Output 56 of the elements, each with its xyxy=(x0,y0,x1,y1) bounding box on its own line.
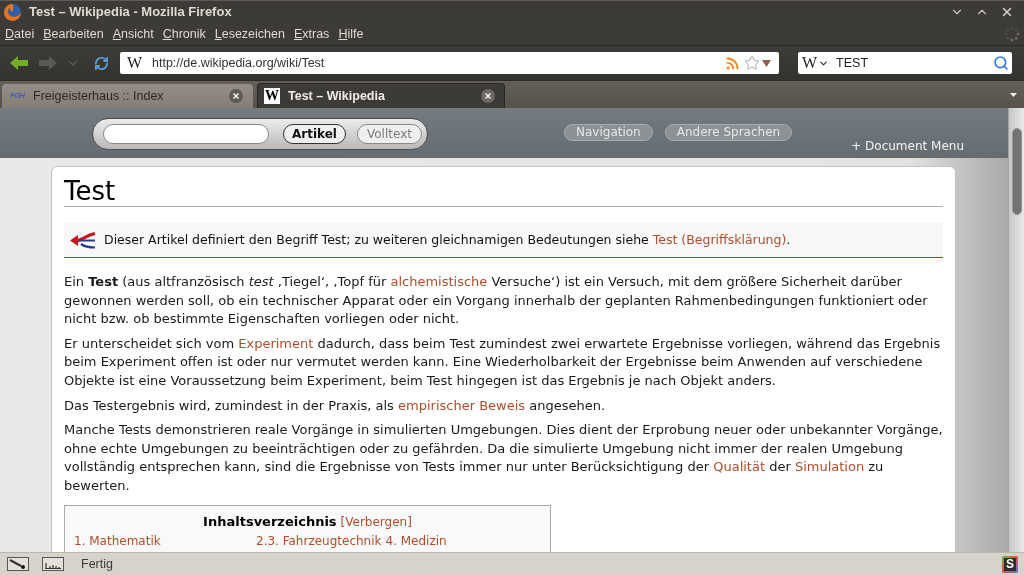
menu-item[interactable]: Extras xyxy=(290,24,333,44)
document-menu-link[interactable]: + Document Menu xyxy=(851,137,964,155)
close-icon[interactable] xyxy=(229,89,243,103)
spinner-icon xyxy=(1004,26,1020,42)
window-title: Test – Wikipedia - Mozilla Firefox xyxy=(29,3,232,22)
menu-item[interactable]: Bearbeiten xyxy=(40,24,107,44)
article-title: Test xyxy=(64,176,116,206)
triangle-down-icon[interactable] xyxy=(762,59,771,67)
monogram-icon: FGH xyxy=(9,88,25,104)
triangle-down-icon[interactable] xyxy=(1010,92,1017,97)
url-field[interactable]: W http://de.wikipedia.org/wiki/Test xyxy=(120,52,779,74)
close-icon[interactable] xyxy=(1000,5,1014,19)
arrow-left-icon[interactable] xyxy=(10,56,28,70)
menu-item[interactable]: Datei xyxy=(2,24,38,44)
paragraph: Ein Test (aus altfranzösisch test ‚Tiegel‘, ‚Topf für alchemistische Versuche‘) ist ein Versuch, mit dem größere Sicherheit darüber gewonnen werden soll, ob ein technischer Apparat oder ein Vorgang innerhalb der geplanten Rahmenbedingungen funktioniert oder nicht bzw. ob bestimmte Eigenschaften vorliegen oder nicht. xyxy=(64,273,929,329)
browser-tab[interactable]: FGH Freigeisterhaus :: Index xyxy=(2,84,253,108)
bar-chart-icon[interactable] xyxy=(42,557,64,571)
toc-link[interactable]: 2.3. Fahrzeugtechnik xyxy=(256,534,382,550)
menu-item[interactable]: Hilfe xyxy=(335,24,367,44)
article-link[interactable]: Simulation xyxy=(794,459,865,475)
search-field[interactable]: W TEST xyxy=(798,52,1012,74)
article-link[interactable]: Experiment xyxy=(238,335,314,351)
browser-tab[interactable]: W Test – Wikipedia xyxy=(257,83,505,108)
url-text: http://de.wikipedia.org/wiki/Test xyxy=(152,54,325,72)
toc-link[interactable]: 4. Medizin xyxy=(385,534,447,550)
menu-item[interactable]: Lesezeichen xyxy=(211,24,288,44)
article-link[interactable]: Qualität xyxy=(713,459,765,475)
toc-title: Inhaltsverzeichnis xyxy=(203,512,337,531)
star-icon[interactable] xyxy=(744,55,760,71)
paragraph: Das Testergebnis wird, zumindest in der Praxis, als empirischer Beweis angesehen. xyxy=(64,396,607,415)
toc-toggle-link[interactable]: [Verbergen] xyxy=(340,512,412,531)
reload-icon[interactable] xyxy=(94,55,109,71)
favicon-icon: W xyxy=(264,88,280,104)
scrollbar-thumb[interactable] xyxy=(1011,128,1022,215)
pen-icon[interactable] xyxy=(7,557,29,571)
search-text: TEST xyxy=(836,54,869,72)
status-text: Fertig xyxy=(81,555,113,573)
article-link[interactable]: Test (Begriffsklärung) xyxy=(652,231,787,247)
search-icon[interactable] xyxy=(993,55,1009,71)
menu-item[interactable]: Ansicht xyxy=(109,24,157,44)
favicon-icon: W xyxy=(802,55,818,71)
favicon-icon: W xyxy=(127,55,144,71)
search-field[interactable] xyxy=(103,124,269,144)
search-submit-button[interactable]: Volltext xyxy=(356,124,422,144)
globe-logo-icon xyxy=(4,3,21,21)
search-submit-button[interactable]: Artikel xyxy=(283,124,346,144)
paragraph: Manche Tests demonstrieren reale Vorgänge in simulierten Umgebungen. Dies dient der Erprobung neuer oder unbekannter Vorgänge, ohne echte Umgebungen zu beeinträchtigen oder zu gefährden. Da die simulierte Umgebung nicht immer der realen Umgebung vollständig entsprechen kann, sind die Ergebnisse von Tests immer nur unter Berücksichtigung der Qualität der Simulation zu bewerten. xyxy=(64,421,943,495)
paragraph: Er unterscheidet sich vom Experiment dadurch, dass beim Test zumindest zwei erwartete Ergebnisse vorliegen, während das Ergebnis beim Experiment offen ist oder nur vermutet werden kann. Eine Wiederholbarkeit der Ergebnisse beim Anwenden auf verschiedene Objekte ist eine Voraussetzung beim Experiment, beim Test hingegen ist das Ergebnis je nach Objekt anders. xyxy=(64,334,942,390)
fork-arrow-icon xyxy=(70,231,96,249)
article-link[interactable]: alchemistische xyxy=(390,274,488,289)
toc-link[interactable]: 1. Mathematik xyxy=(74,534,256,550)
article-link[interactable]: empirischer Beweis xyxy=(398,397,526,413)
addon-logo-icon[interactable]: S xyxy=(1002,555,1018,573)
hatnote-text: Dieser Artikel definiert den Begriff Test; zu weiteren gleichnamigen Bedeutungen siehe Test (Begriffsklärung). xyxy=(104,230,791,249)
menu-item[interactable]: Chronik xyxy=(159,24,209,44)
close-icon[interactable] xyxy=(481,89,495,103)
